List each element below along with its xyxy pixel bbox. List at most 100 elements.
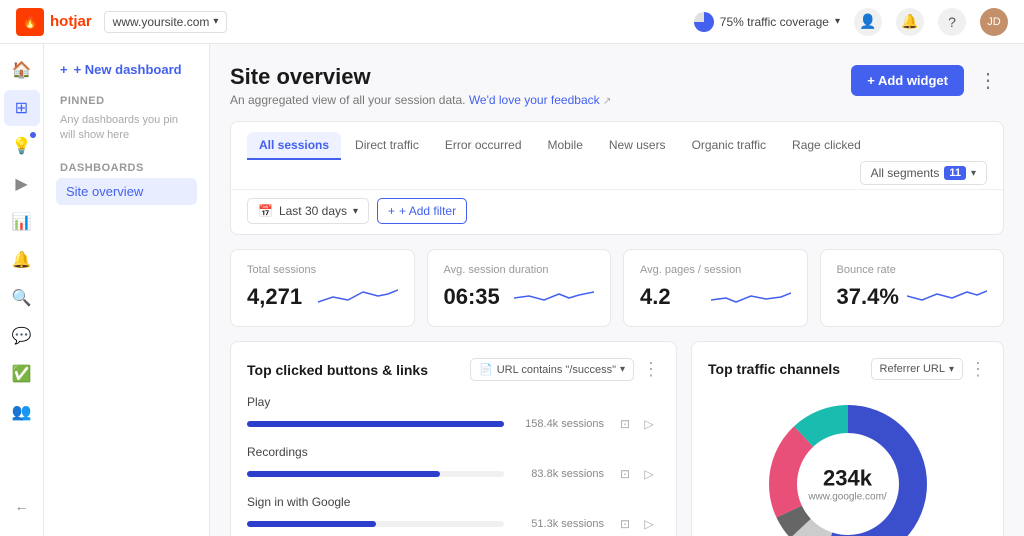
sparkline-bounce-rate <box>907 282 987 312</box>
stat-value: 4.2 <box>640 284 671 310</box>
sidebar-icon-dashboard[interactable]: ⊞ <box>4 90 40 126</box>
all-segments-label: All segments <box>871 166 940 180</box>
sidebar-icon-tasks[interactable]: ✅ <box>4 356 40 392</box>
play-icon[interactable]: ▷ <box>638 413 660 435</box>
view-recordings-icon[interactable]: ⊡ <box>614 413 636 435</box>
donut-center-label: www.google.com/ <box>808 492 886 503</box>
button-name: Recordings <box>247 445 660 459</box>
tab-error-occurred[interactable]: Error occurred <box>433 132 534 160</box>
tab-new-users[interactable]: New users <box>597 132 678 160</box>
button-list: Play 158.4k sessions ⊡ ▷ Recording <box>247 395 660 536</box>
sidebar-icon-notifications[interactable]: 🔔 <box>4 242 40 278</box>
url-filter-button[interactable]: 📄 URL contains "/success" ▾ <box>470 358 634 381</box>
chevron-down-icon: ▾ <box>971 168 976 179</box>
chevron-down-icon: ▾ <box>353 206 358 217</box>
sidebar-icon-search[interactable]: 🔍 <box>4 280 40 316</box>
plus-icon: + <box>388 204 395 218</box>
sidebar-icon-users[interactable]: 👥 <box>4 394 40 430</box>
sidebar-item-site-overview[interactable]: Site overview <box>56 178 197 205</box>
hotjar-logo: 🔥 hotjar <box>16 8 92 36</box>
chevron-down-icon: ▾ <box>620 364 625 375</box>
site-selector[interactable]: www.yoursite.com ▾ <box>104 11 228 33</box>
tab-rage-clicked[interactable]: Rage clicked <box>780 132 873 160</box>
stat-label: Avg. pages / session <box>640 264 791 276</box>
calendar-icon: 📅 <box>258 204 273 218</box>
all-segments-button[interactable]: All segments 11 ▾ <box>860 161 987 185</box>
button-name: Play <box>247 395 660 409</box>
button-sessions: 83.8k sessions <box>514 468 604 480</box>
traffic-coverage-text: 75% traffic coverage <box>720 15 829 29</box>
tab-all-sessions[interactable]: All sessions <box>247 132 341 160</box>
traffic-channels-panel: Top traffic channels Referrer URL ▾ ⋮ <box>691 341 1004 536</box>
top-buttons-panel: Top clicked buttons & links 📄 URL contai… <box>230 341 677 536</box>
add-user-icon[interactable]: 👤 <box>854 8 882 36</box>
stat-label: Bounce rate <box>837 264 988 276</box>
nav-item-label: Site overview <box>66 184 143 199</box>
list-item: Play 158.4k sessions ⊡ ▷ <box>247 395 660 435</box>
subtitle-text: An aggregated view of all your session d… <box>230 93 469 107</box>
stat-value: 37.4% <box>837 284 899 310</box>
referrer-url-dropdown[interactable]: Referrer URL ▾ <box>871 358 963 380</box>
stat-value: 06:35 <box>444 284 500 310</box>
list-item: Recordings 83.8k sessions ⊡ ▷ <box>247 445 660 485</box>
traffic-channels-more[interactable]: ⋮ <box>969 359 987 380</box>
nav-right: 75% traffic coverage ▾ 👤 🔔 ? JD <box>694 8 1008 36</box>
play-icon[interactable]: ▷ <box>638 463 660 485</box>
sidebar-icon-insights[interactable]: 💡 <box>4 128 40 164</box>
tab-organic-traffic[interactable]: Organic traffic <box>680 132 778 160</box>
tabs-panel: All sessions Direct traffic Error occurr… <box>230 121 1004 235</box>
sparkline-total-sessions <box>318 282 398 312</box>
view-recordings-icon[interactable]: ⊡ <box>614 513 636 535</box>
traffic-coverage[interactable]: 75% traffic coverage ▾ <box>694 12 840 32</box>
chevron-down-icon: ▾ <box>213 16 218 27</box>
date-filter-button[interactable]: 📅 Last 30 days ▾ <box>247 198 369 224</box>
chevron-down-icon: ▾ <box>949 364 954 375</box>
chevron-down-icon: ▾ <box>835 16 840 27</box>
file-icon: 📄 <box>479 363 493 376</box>
page-subtitle: An aggregated view of all your session d… <box>230 93 611 107</box>
sidebar-icon-feedback[interactable]: 💬 <box>4 318 40 354</box>
more-options-button[interactable]: ⋮ <box>972 64 1004 96</box>
button-sessions: 51.3k sessions <box>514 518 604 530</box>
sidebar-icon-analytics[interactable]: 📊 <box>4 204 40 240</box>
tab-mobile[interactable]: Mobile <box>536 132 595 160</box>
stat-card-avg-duration: Avg. session duration 06:35 <box>427 249 612 327</box>
stats-row: Total sessions 4,271 Avg. session durati… <box>230 249 1004 327</box>
logo-text: hotjar <box>50 13 92 30</box>
plus-icon: + <box>60 62 68 77</box>
help-icon[interactable]: ? <box>938 8 966 36</box>
bottom-panels: Top clicked buttons & links 📄 URL contai… <box>230 341 1004 536</box>
view-recordings-icon[interactable]: ⊡ <box>614 463 636 485</box>
top-buttons-more[interactable]: ⋮ <box>642 359 660 380</box>
new-dashboard-button[interactable]: + + New dashboard <box>56 56 197 83</box>
stat-card-avg-pages: Avg. pages / session 4.2 <box>623 249 808 327</box>
top-buttons-title: Top clicked buttons & links <box>247 362 428 378</box>
feedback-link[interactable]: We'd love your feedback <box>469 93 600 107</box>
sidebar-icon-collapse[interactable]: ← <box>4 488 40 524</box>
button-name: Sign in with Google <box>247 495 660 509</box>
tab-direct-traffic[interactable]: Direct traffic <box>343 132 431 160</box>
add-filter-button[interactable]: + + Add filter <box>377 198 467 224</box>
date-filter-label: Last 30 days <box>279 204 347 218</box>
sparkline-avg-duration <box>514 282 594 312</box>
pinned-section-title: Pinned <box>56 83 197 111</box>
stat-card-total-sessions: Total sessions 4,271 <box>230 249 415 327</box>
referrer-url-label: Referrer URL <box>880 363 945 375</box>
sidebar-icon-home[interactable]: 🏠 <box>4 52 40 88</box>
avatar[interactable]: JD <box>980 8 1008 36</box>
sparkline-avg-pages <box>711 282 791 312</box>
segments-count-badge: 11 <box>944 166 966 180</box>
stat-label: Total sessions <box>247 264 398 276</box>
traffic-channels-title: Top traffic channels <box>708 361 840 377</box>
external-link-icon: ↗ <box>603 96 611 107</box>
page-title: Site overview <box>230 64 611 90</box>
add-widget-button[interactable]: + Add widget <box>851 65 964 96</box>
play-icon[interactable]: ▷ <box>638 513 660 535</box>
stat-label: Avg. session duration <box>444 264 595 276</box>
donut-chart-container: 234k www.google.com/ www.google.com/ www… <box>708 394 987 536</box>
bell-icon[interactable]: 🔔 <box>896 8 924 36</box>
pinned-section-desc: Any dashboards you pin will show here <box>56 111 197 146</box>
stat-card-bounce-rate: Bounce rate 37.4% <box>820 249 1005 327</box>
sidebar-icon-recordings[interactable]: ▶ <box>4 166 40 202</box>
dashboards-section-title: Dashboards <box>56 146 197 178</box>
